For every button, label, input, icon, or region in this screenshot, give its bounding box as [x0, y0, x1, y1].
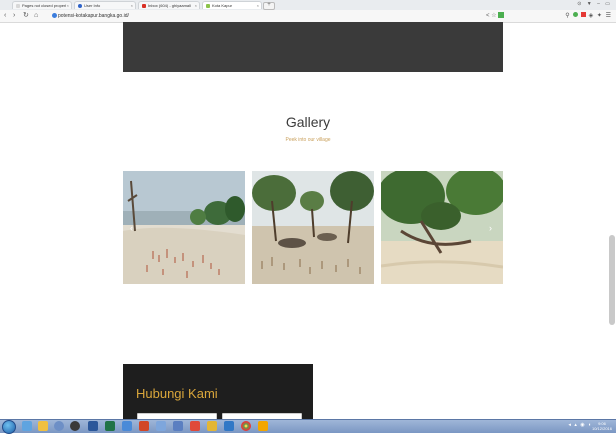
taskbar-clock[interactable]: 9:06 10/12/2016 [592, 421, 612, 431]
home-icon[interactable]: ⌂ [34, 11, 38, 21]
tab-user-info[interactable]: User Info × [74, 1, 136, 9]
back-icon[interactable]: ‹ [4, 11, 6, 21]
search-icon[interactable]: ⚲ [565, 13, 570, 19]
folder-icon[interactable] [207, 421, 217, 431]
onenote-icon[interactable] [156, 421, 166, 431]
menu-icon[interactable]: ☰ [606, 13, 612, 19]
gallery-subtitle: Peek into our village [285, 137, 331, 143]
internet-explorer-icon[interactable] [22, 421, 32, 431]
tab-label: User Info [84, 3, 101, 8]
contact-title: Hubungi Kami [136, 386, 218, 401]
gmail-icon [142, 4, 146, 8]
extension-icons: ⚲ ◈ ✦ ☰ [565, 11, 612, 21]
media-player-icon[interactable] [54, 421, 64, 431]
close-icon[interactable]: × [257, 2, 259, 9]
window-controls[interactable]: ⊙ ▼ – ▭ [577, 1, 612, 7]
extension-green-icon[interactable] [573, 12, 579, 17]
url-field[interactable]: potensi-kotakapur.bangka.go.id/ [58, 11, 129, 21]
gallery-next-icon[interactable]: › [489, 223, 492, 233]
close-icon[interactable]: × [67, 2, 69, 9]
address-bar-actions[interactable]: < ☆ [486, 11, 505, 21]
gallery-prev-icon[interactable]: ‹ [130, 223, 133, 233]
extension-gray-icon[interactable]: ◈ [589, 13, 595, 19]
site-favicon-icon [206, 4, 210, 8]
photo-app-icon[interactable] [190, 421, 200, 431]
tab-pages-not-closed[interactable]: Pages not closed properl × [12, 1, 72, 9]
powerpoint-icon[interactable] [139, 421, 149, 431]
reload-icon[interactable]: ↻ [23, 11, 29, 21]
translate-icon[interactable] [498, 12, 505, 19]
page-icon [16, 4, 20, 8]
notes-icon[interactable] [258, 421, 268, 431]
close-icon[interactable]: × [131, 2, 133, 9]
gallery-title: Gallery [285, 114, 331, 130]
bookmark-star-icon[interactable]: ☆ [491, 13, 496, 19]
puzzle-icon[interactable]: ✦ [597, 13, 603, 19]
os-taskbar: ◂ ▴ ◉ ◖ 9:06 10/12/2016 [0, 419, 616, 434]
media-center-icon[interactable] [70, 421, 80, 431]
excel-icon[interactable] [105, 421, 115, 431]
new-tab-button[interactable]: + [263, 2, 275, 10]
chrome-icon[interactable] [241, 421, 251, 431]
user-info-favicon-icon [78, 4, 82, 8]
file-explorer-icon[interactable] [38, 421, 48, 431]
header-banner [123, 22, 503, 72]
publisher-icon[interactable] [173, 421, 183, 431]
word-icon[interactable] [88, 421, 98, 431]
tab-label: Kota Kapur [212, 3, 233, 8]
tab-label: Inbox (604) - ghiyaamall [148, 3, 191, 8]
site-info-icon[interactable] [52, 13, 57, 18]
page-scrollbar[interactable] [609, 235, 615, 325]
outlook-icon[interactable] [122, 421, 132, 431]
system-tray-icons[interactable]: ◂ ▴ ◉ ◖ [568, 422, 592, 428]
tab-kota-kapur[interactable]: Kota Kapur × [202, 1, 262, 9]
tab-label: Pages not closed properl [22, 3, 67, 8]
gallery-photo-1[interactable] [123, 171, 245, 284]
gallery-photo-2[interactable] [252, 171, 374, 284]
skype-icon[interactable] [224, 421, 234, 431]
gallery-photo-3[interactable] [381, 171, 503, 284]
clock-date: 10/12/2016 [591, 426, 612, 431]
close-icon[interactable]: × [195, 2, 197, 9]
tab-inbox[interactable]: Inbox (604) - ghiyaamall × [138, 1, 200, 9]
share-icon[interactable]: < [486, 13, 490, 19]
extension-red-icon[interactable] [580, 12, 586, 17]
forward-icon[interactable]: › [13, 11, 15, 21]
